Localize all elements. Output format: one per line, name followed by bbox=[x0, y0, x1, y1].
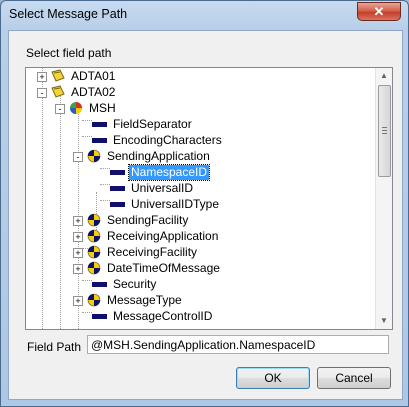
composite-icon bbox=[87, 213, 101, 227]
field-path-input[interactable] bbox=[87, 335, 389, 354]
tree-node-label: FieldSeparator bbox=[113, 116, 192, 131]
tree-node-label: ADTA02 bbox=[71, 84, 116, 99]
tree-node-messagetype[interactable]: MessageType bbox=[87, 292, 184, 308]
composite-icon bbox=[87, 245, 101, 259]
expand-toggle[interactable]: + bbox=[37, 72, 47, 82]
tree-node-msh[interactable]: MSH bbox=[69, 100, 118, 116]
tree-node-receivingfacility[interactable]: ReceivingFacility bbox=[87, 244, 199, 260]
tree-node-universalid[interactable]: UniversalID bbox=[110, 180, 195, 196]
composite-icon bbox=[87, 261, 101, 275]
tree-node-adta01[interactable]: ADTA01 bbox=[51, 68, 117, 84]
dialog-window: Select Message Path ✕ Select field path … bbox=[0, 0, 409, 407]
tree-scrollbar[interactable]: ▲ ▼ bbox=[375, 68, 392, 329]
scroll-thumb[interactable] bbox=[378, 85, 391, 177]
field-icon bbox=[92, 281, 107, 287]
cancel-button[interactable]: Cancel bbox=[317, 367, 391, 389]
expand-toggle[interactable]: + bbox=[73, 216, 83, 226]
tree-node-encodingcharacters[interactable]: EncodingCharacters bbox=[92, 132, 224, 148]
tree-node-label: ReceivingFacility bbox=[107, 244, 198, 259]
field-icon bbox=[92, 137, 107, 143]
tree-node-label-selected: NamespaceID bbox=[127, 163, 211, 181]
tree-node-label: SendingApplication bbox=[107, 148, 210, 163]
tree-node-namespaceid[interactable]: NamespaceID bbox=[110, 163, 211, 181]
tree-node-label: ReceivingApplication bbox=[107, 228, 219, 243]
dialog-body: Select field path + ADTA01 - ADTA02 - MS… bbox=[8, 30, 403, 400]
tree-node-label: UniversalIDType bbox=[131, 196, 220, 211]
tree-node-security[interactable]: Security bbox=[92, 276, 158, 292]
tree-node-sendingfacility[interactable]: SendingFacility bbox=[87, 212, 190, 228]
scroll-up-arrow[interactable]: ▲ bbox=[376, 68, 392, 84]
composite-icon bbox=[87, 229, 101, 243]
tree-group-label: Select field path bbox=[26, 46, 112, 60]
expand-toggle[interactable]: + bbox=[73, 296, 83, 306]
tree-node-universalidtype[interactable]: UniversalIDType bbox=[110, 196, 221, 212]
tree-node-receivingapplication[interactable]: ReceivingApplication bbox=[87, 228, 220, 244]
tree-node-label: Security bbox=[113, 276, 157, 291]
tree-node-adta02[interactable]: ADTA02 bbox=[51, 84, 117, 100]
tree-node-fieldseparator[interactable]: FieldSeparator bbox=[92, 116, 194, 132]
collapse-toggle[interactable]: - bbox=[37, 88, 47, 98]
scroll-down-arrow[interactable]: ▼ bbox=[376, 313, 392, 329]
field-icon bbox=[92, 313, 107, 319]
tree-node-label: ADTA01 bbox=[71, 68, 116, 83]
tree-node-sendingapplication[interactable]: SendingApplication bbox=[87, 148, 212, 164]
collapse-toggle[interactable]: - bbox=[73, 152, 83, 162]
field-icon bbox=[92, 121, 107, 127]
tree-node-label: DateTimeOfMessage bbox=[107, 260, 220, 275]
message-icon bbox=[51, 69, 65, 82]
tree-node-label: MSH bbox=[89, 100, 116, 115]
field-icon bbox=[110, 185, 125, 191]
tree-node-label: UniversalID bbox=[131, 180, 194, 195]
expand-toggle[interactable]: + bbox=[73, 264, 83, 274]
expand-toggle[interactable]: + bbox=[73, 232, 83, 242]
composite-icon bbox=[87, 149, 101, 163]
field-path-tree[interactable]: + ADTA01 - ADTA02 - MSH FieldSeparator E… bbox=[25, 67, 393, 330]
message-icon bbox=[51, 85, 65, 98]
tree-node-label: MessageControlID bbox=[113, 308, 213, 323]
close-button[interactable]: ✕ bbox=[357, 2, 401, 21]
segment-icon bbox=[70, 102, 82, 114]
collapse-toggle[interactable]: - bbox=[55, 104, 65, 114]
field-icon bbox=[110, 169, 125, 175]
expand-toggle[interactable]: + bbox=[73, 248, 83, 258]
composite-icon bbox=[87, 293, 101, 307]
tree-node-datetimeofmessage[interactable]: DateTimeOfMessage bbox=[87, 260, 222, 276]
window-title: Select Message Path bbox=[9, 7, 128, 21]
field-icon bbox=[110, 201, 125, 207]
tree-node-messagecontrolid[interactable]: MessageControlID bbox=[92, 308, 214, 324]
tree-node-label: MessageType bbox=[107, 292, 182, 307]
field-path-label: Field Path bbox=[27, 340, 82, 354]
tree-node-label: EncodingCharacters bbox=[113, 132, 222, 147]
ok-button[interactable]: OK bbox=[236, 367, 310, 389]
tree-node-label: SendingFacility bbox=[107, 212, 189, 227]
